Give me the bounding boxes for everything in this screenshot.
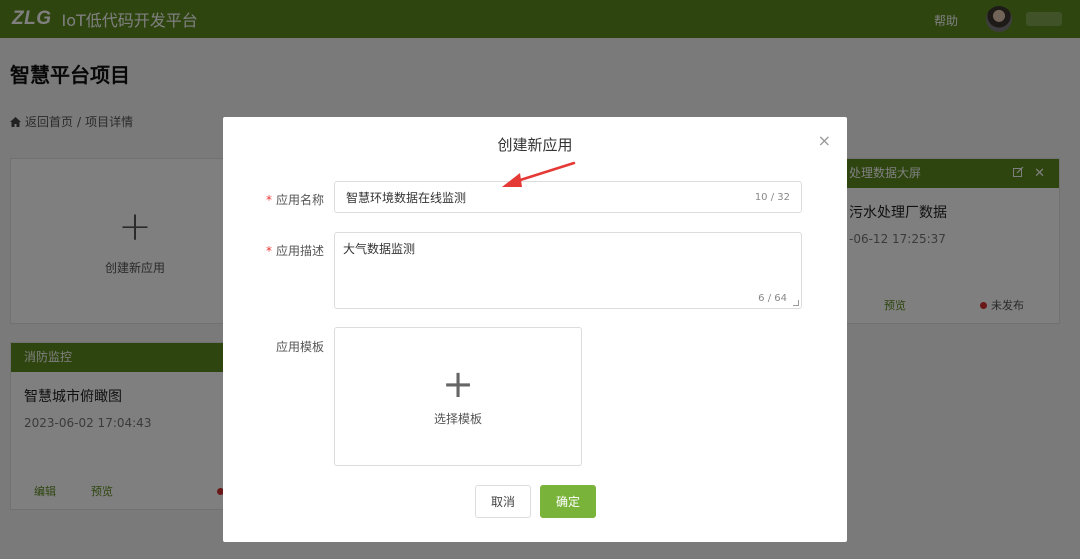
app-desc-label: * 应用描述: [265, 244, 324, 258]
plus-icon: +: [442, 362, 474, 406]
app-desc-field[interactable]: 大气数据监测 6 / 64: [334, 232, 802, 309]
resize-handle[interactable]: [793, 300, 799, 306]
app-template-label: 应用模板: [275, 340, 324, 354]
app-desc-counter: 6 / 64: [758, 293, 787, 304]
confirm-button[interactable]: 确定: [540, 485, 596, 518]
required-mark: *: [265, 193, 272, 207]
app-name-counter: 10 / 32: [754, 192, 790, 203]
required-mark: *: [265, 244, 272, 258]
app-name-label: * 应用名称: [265, 193, 324, 207]
cancel-button[interactable]: 取消: [475, 485, 531, 518]
close-icon[interactable]: ×: [818, 133, 831, 149]
dialog-title: 创建新应用: [497, 136, 573, 154]
select-template-button[interactable]: + 选择模板: [334, 327, 582, 466]
app-desc-textarea[interactable]: 大气数据监测: [335, 233, 801, 293]
select-template-label: 选择模板: [433, 412, 482, 426]
red-arrow-annotation: [502, 161, 576, 187]
